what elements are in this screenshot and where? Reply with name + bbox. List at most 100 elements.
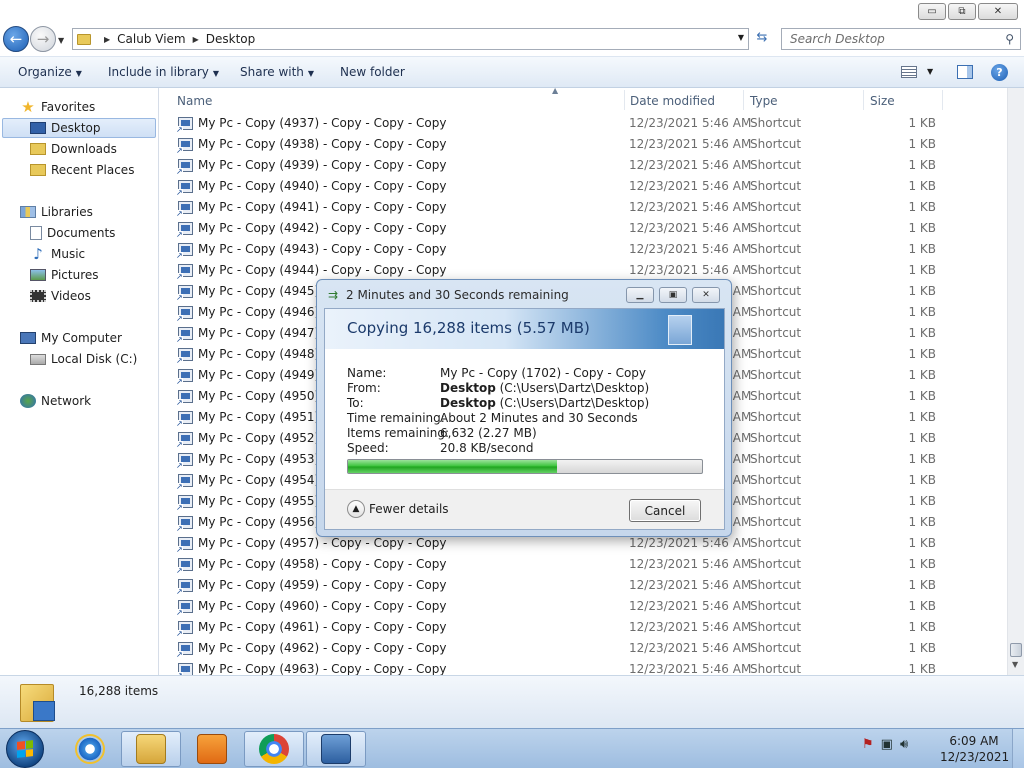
file-name[interactable]: My Pc - Copy (4944) - Copy - Copy - Copy (198, 263, 446, 277)
file-name[interactable]: My Pc - Copy (4943) - Copy - Copy - Copy (198, 242, 446, 256)
nav-videos[interactable]: Videos (30, 286, 91, 306)
file-name[interactable]: My Pc - Copy (4962) - Copy - Copy - Copy (198, 641, 446, 655)
file-row[interactable]: My Pc - Copy (4942) - Copy - Copy - Copy… (160, 218, 1006, 239)
nav-documents[interactable]: Documents (30, 223, 115, 243)
minimize-button[interactable]: ▭ (918, 3, 946, 20)
file-name[interactable]: My Pc - Copy (4960) - Copy - Copy - Copy (198, 599, 446, 613)
preview-pane-icon[interactable] (957, 65, 973, 79)
chevron-right-icon[interactable]: ▶ (193, 35, 199, 44)
file-name[interactable]: My Pc - Copy (4939) - Copy - Copy - Copy (198, 158, 446, 172)
nav-local-disk[interactable]: Local Disk (C:) (30, 349, 137, 369)
nav-pictures[interactable]: Pictures (30, 265, 99, 285)
column-divider[interactable] (624, 90, 625, 110)
maximize-button[interactable]: ⧉ (948, 3, 976, 20)
new-folder-button[interactable]: New folder (340, 65, 405, 79)
column-header-name[interactable]: Name (177, 94, 212, 108)
file-name[interactable]: My Pc - Copy (4938) - Copy - Copy - Copy (198, 137, 446, 151)
file-row[interactable]: My Pc - Copy (4944) - Copy - Copy - Copy… (160, 260, 1006, 281)
dialog-minimize-button[interactable]: ▁ (626, 287, 654, 303)
file-type: Shortcut (750, 599, 802, 613)
taskbar-clock[interactable]: 6:09 AM 12/23/2021 (940, 733, 1009, 765)
forward-button[interactable]: → (30, 26, 56, 52)
include-in-library-menu[interactable]: Include in library ▼ (108, 65, 219, 79)
column-header-size[interactable]: Size (870, 94, 895, 108)
close-button[interactable]: ✕ (978, 3, 1018, 20)
column-divider[interactable] (863, 90, 864, 110)
start-button[interactable] (6, 730, 44, 768)
file-name[interactable]: My Pc - Copy (4942) - Copy - Copy - Copy (198, 221, 446, 235)
scroll-down-arrow-icon[interactable]: ▼ (1012, 660, 1018, 669)
column-header-type[interactable]: Type (750, 94, 778, 108)
to-value[interactable]: Desktop (C:\Users\Dartz\Desktop) (440, 396, 649, 410)
file-row[interactable]: My Pc - Copy (4937) - Copy - Copy - Copy… (160, 113, 1006, 134)
nav-music[interactable]: ♪ Music (30, 244, 85, 264)
from-folder[interactable]: Desktop (440, 381, 496, 395)
file-row[interactable]: My Pc - Copy (4963) - Copy - Copy - Copy… (160, 659, 1006, 675)
dialog-close-button[interactable]: ✕ (692, 287, 720, 303)
file-size: 1 KB (908, 536, 936, 550)
breadcrumb-desktop[interactable]: Desktop (206, 32, 256, 46)
file-row[interactable]: My Pc - Copy (4959) - Copy - Copy - Copy… (160, 575, 1006, 596)
scrollbar-thumb[interactable] (1010, 643, 1022, 657)
breadcrumb-calub-viem[interactable]: Calub Viem (117, 32, 185, 46)
refresh-button[interactable]: ⇆ (752, 30, 772, 48)
nav-desktop[interactable]: Desktop (2, 118, 156, 138)
file-name[interactable]: My Pc - Copy (4959) - Copy - Copy - Copy (198, 578, 446, 592)
recent-pages-dropdown[interactable]: ▼ (58, 36, 64, 45)
nav-my-computer[interactable]: My Computer (20, 328, 122, 348)
show-desktop-button[interactable] (1012, 729, 1024, 768)
search-input[interactable]: Search Desktop ⚲ (781, 28, 1021, 50)
cancel-button[interactable]: Cancel (629, 499, 701, 522)
network-status-icon[interactable]: ▣ (881, 737, 893, 752)
column-header-date-modified[interactable]: Date modified (630, 94, 715, 108)
nav-favorites[interactable]: ★ Favorites (20, 97, 95, 117)
nav-downloads[interactable]: Downloads (30, 139, 117, 159)
file-name[interactable]: My Pc - Copy (4958) - Copy - Copy - Copy (198, 557, 446, 571)
file-type: Shortcut (750, 515, 802, 529)
action-center-icon[interactable]: ⚑ (862, 737, 874, 752)
to-folder[interactable]: Desktop (440, 396, 496, 410)
file-row[interactable]: My Pc - Copy (4940) - Copy - Copy - Copy… (160, 176, 1006, 197)
file-row[interactable]: My Pc - Copy (4938) - Copy - Copy - Copy… (160, 134, 1006, 155)
vertical-scrollbar[interactable]: ▼ (1007, 88, 1024, 675)
sort-ascending-icon: ▲ (552, 86, 559, 95)
file-row[interactable]: My Pc - Copy (4962) - Copy - Copy - Copy… (160, 638, 1006, 659)
chevron-right-icon[interactable]: ▶ (104, 35, 110, 44)
nav-libraries[interactable]: Libraries (20, 202, 93, 222)
file-row[interactable]: My Pc - Copy (4961) - Copy - Copy - Copy… (160, 617, 1006, 638)
file-row[interactable]: My Pc - Copy (4943) - Copy - Copy - Copy… (160, 239, 1006, 260)
file-name[interactable]: My Pc - Copy (4941) - Copy - Copy - Copy (198, 200, 446, 214)
fewer-details-button[interactable]: ▲ Fewer details (347, 500, 449, 518)
taskbar-remote-desktop[interactable] (306, 731, 366, 767)
address-bar[interactable]: ▶ Calub Viem ▶ Desktop ▼ (72, 28, 749, 50)
from-value[interactable]: Desktop (C:\Users\Dartz\Desktop) (440, 381, 649, 395)
taskbar-windows-explorer[interactable] (121, 731, 181, 767)
file-name[interactable]: My Pc - Copy (4937) - Copy - Copy - Copy (198, 116, 446, 130)
column-divider[interactable] (743, 90, 744, 110)
file-name[interactable]: My Pc - Copy (4940) - Copy - Copy - Copy (198, 179, 446, 193)
file-row[interactable]: My Pc - Copy (4960) - Copy - Copy - Copy… (160, 596, 1006, 617)
file-name[interactable]: My Pc - Copy (4963) - Copy - Copy - Copy (198, 662, 446, 675)
file-row[interactable]: My Pc - Copy (4958) - Copy - Copy - Copy… (160, 554, 1006, 575)
file-name[interactable]: My Pc - Copy (4957) - Copy - Copy - Copy (198, 536, 446, 550)
organize-menu[interactable]: Organize ▼ (18, 65, 82, 79)
view-options-dropdown[interactable]: ▼ (927, 67, 933, 76)
nav-network[interactable]: Network (20, 391, 91, 411)
dialog-maximize-button[interactable]: ▣ (659, 287, 687, 303)
file-row[interactable]: My Pc - Copy (4941) - Copy - Copy - Copy… (160, 197, 1006, 218)
taskbar-chrome[interactable] (244, 731, 304, 767)
file-size: 1 KB (908, 284, 936, 298)
search-icon[interactable]: ⚲ (1005, 32, 1014, 46)
taskbar-internet-explorer[interactable] (60, 731, 120, 767)
back-button[interactable]: ← (3, 26, 29, 52)
nav-recent-places[interactable]: Recent Places (30, 160, 134, 180)
file-name[interactable]: My Pc - Copy (4961) - Copy - Copy - Copy (198, 620, 446, 634)
column-divider[interactable] (942, 90, 943, 110)
file-row[interactable]: My Pc - Copy (4939) - Copy - Copy - Copy… (160, 155, 1006, 176)
volume-icon[interactable]: 🔊︎ (900, 737, 908, 752)
help-icon[interactable]: ? (991, 64, 1008, 81)
change-view-icon[interactable] (901, 66, 917, 78)
share-with-menu[interactable]: Share with ▼ (240, 65, 314, 79)
taskbar-media-player[interactable] (182, 731, 242, 767)
address-dropdown-icon[interactable]: ▼ (738, 33, 744, 42)
